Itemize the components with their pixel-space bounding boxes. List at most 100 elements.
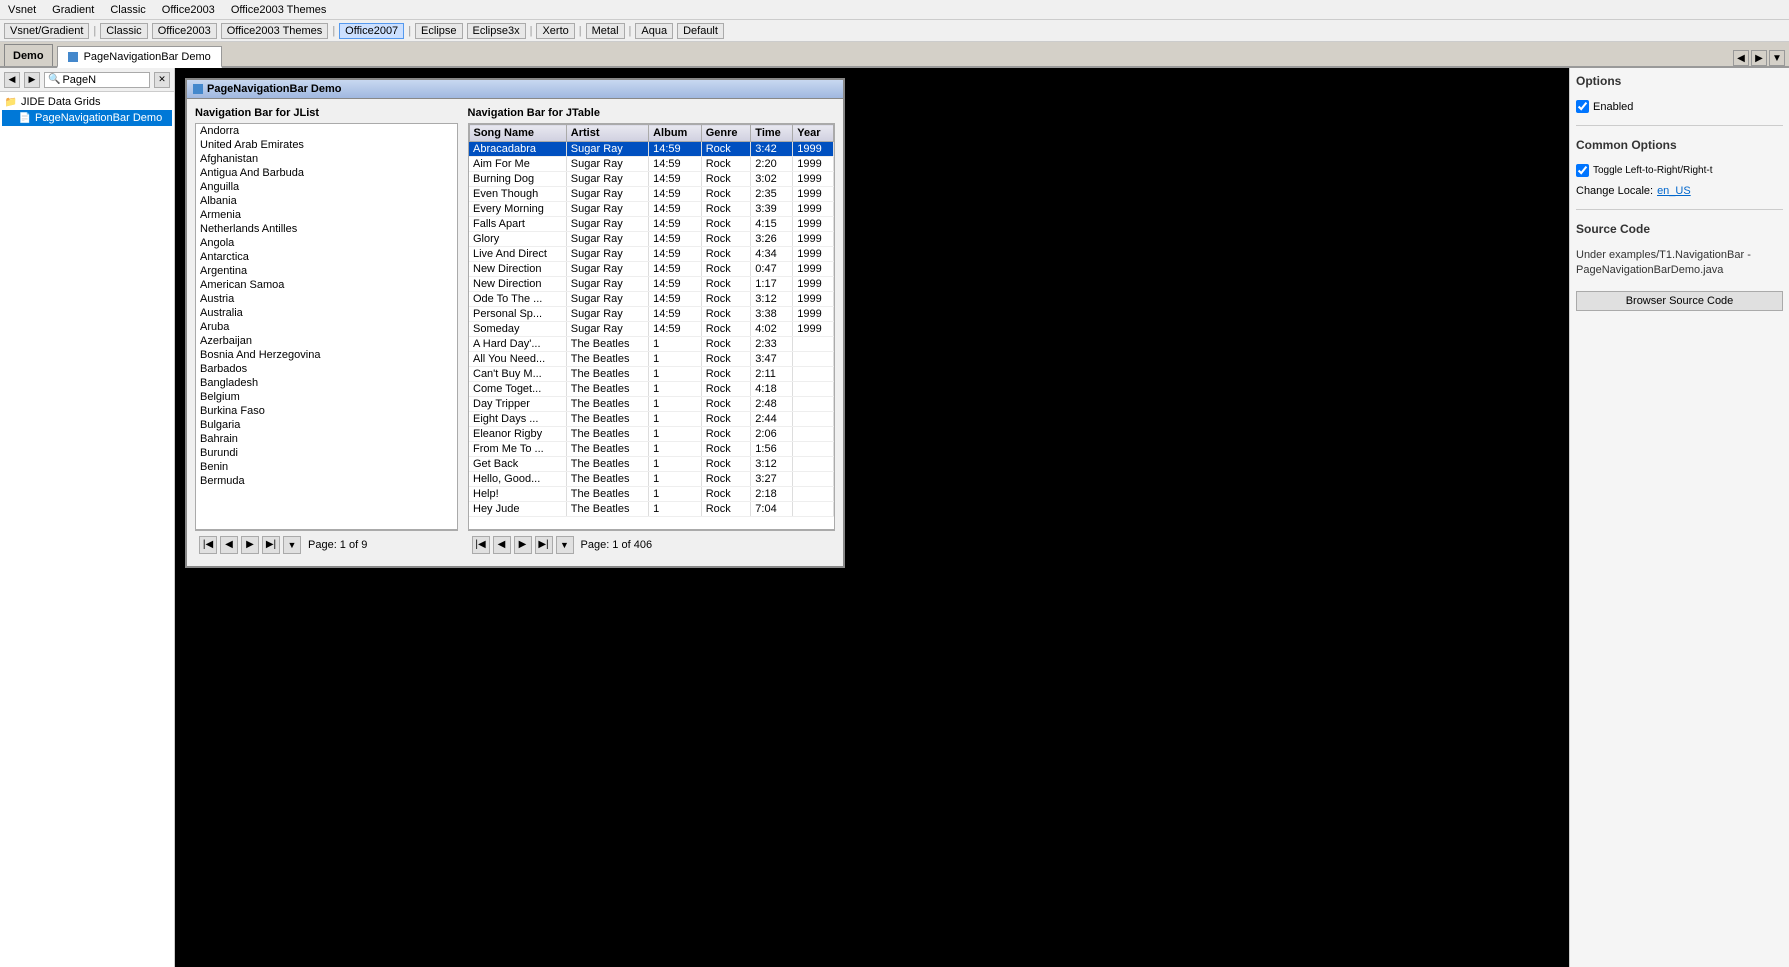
theme-office2003themes[interactable]: Office2003 Themes bbox=[221, 23, 329, 39]
tab-page-nav-demo[interactable]: PageNavigationBar Demo bbox=[57, 46, 222, 68]
table-row[interactable]: From Me To ...The Beatles1Rock1:56 bbox=[469, 442, 834, 457]
theme-office2003[interactable]: Office2003 bbox=[152, 23, 217, 39]
sidebar-back-btn[interactable]: ◀ bbox=[4, 72, 20, 88]
theme-metal[interactable]: Metal bbox=[586, 23, 625, 39]
tab-nav-right[interactable]: ▶ bbox=[1751, 50, 1767, 66]
table-row[interactable]: Get BackThe Beatles1Rock3:12 bbox=[469, 457, 834, 472]
theme-xerto[interactable]: Xerto bbox=[536, 23, 574, 39]
table-row[interactable]: Every MorningSugar Ray14:59Rock3:391999 bbox=[469, 202, 834, 217]
list-item[interactable]: Antigua And Barbuda bbox=[196, 166, 457, 180]
table-row[interactable]: New DirectionSugar Ray14:59Rock0:471999 bbox=[469, 262, 834, 277]
table-nav-last[interactable]: ▶| bbox=[535, 536, 553, 554]
list-item[interactable]: Barbados bbox=[196, 362, 457, 376]
menu-classic[interactable]: Classic bbox=[106, 4, 149, 16]
list-item[interactable]: Andorra bbox=[196, 124, 457, 138]
list-item[interactable]: Benin bbox=[196, 460, 457, 474]
table-row[interactable]: A Hard Day'...The Beatles1Rock2:33 bbox=[469, 337, 834, 352]
list-nav-options[interactable]: ▼ bbox=[283, 536, 301, 554]
list-item[interactable]: Bermuda bbox=[196, 474, 457, 488]
table-row[interactable]: Even ThoughSugar Ray14:59Rock2:351999 bbox=[469, 187, 834, 202]
sidebar-item-page-nav-bar[interactable]: 📄 PageNavigationBar Demo bbox=[2, 110, 172, 126]
list-item[interactable]: Bangladesh bbox=[196, 376, 457, 390]
table-nav-next[interactable]: ▶ bbox=[514, 536, 532, 554]
table-row[interactable]: Burning DogSugar Ray14:59Rock3:021999 bbox=[469, 172, 834, 187]
list-container[interactable]: AndorraUnited Arab EmiratesAfghanistanAn… bbox=[195, 123, 458, 530]
table-cell: Sugar Ray bbox=[566, 187, 648, 202]
table-row[interactable]: Eight Days ...The Beatles1Rock2:44 bbox=[469, 412, 834, 427]
list-item[interactable]: Bahrain bbox=[196, 432, 457, 446]
theme-vsnet-gradient[interactable]: Vsnet/Gradient bbox=[4, 23, 89, 39]
list-item[interactable]: Austria bbox=[196, 292, 457, 306]
list-item[interactable]: Afghanistan bbox=[196, 152, 457, 166]
list-item[interactable]: Burkina Faso bbox=[196, 404, 457, 418]
table-row[interactable]: AbracadabraSugar Ray14:59Rock3:421999 bbox=[469, 142, 834, 157]
table-cell: The Beatles bbox=[566, 442, 648, 457]
table-row[interactable]: Ode To The ...Sugar Ray14:59Rock3:121999 bbox=[469, 292, 834, 307]
list-nav-next[interactable]: ▶ bbox=[241, 536, 259, 554]
list-item[interactable]: Belgium bbox=[196, 390, 457, 404]
table-cell bbox=[793, 472, 834, 487]
tab-nav-left[interactable]: ◀ bbox=[1733, 50, 1749, 66]
table-nav-first[interactable]: |◀ bbox=[472, 536, 490, 554]
list-item[interactable]: Anguilla bbox=[196, 180, 457, 194]
table-row[interactable]: Personal Sp...Sugar Ray14:59Rock3:381999 bbox=[469, 307, 834, 322]
theme-aqua[interactable]: Aqua bbox=[635, 23, 673, 39]
table-row[interactable]: Hey JudeThe Beatles1Rock7:04 bbox=[469, 502, 834, 517]
enabled-checkbox[interactable] bbox=[1576, 100, 1589, 113]
list-nav-prev[interactable]: ◀ bbox=[220, 536, 238, 554]
tab-nav-menu[interactable]: ▼ bbox=[1769, 50, 1785, 66]
table-container[interactable]: Song NameArtistAlbumGenreTimeYear Abraca… bbox=[468, 123, 836, 530]
locale-value: en_US bbox=[1657, 185, 1691, 197]
table-row[interactable]: Hello, Good...The Beatles1Rock3:27 bbox=[469, 472, 834, 487]
table-row[interactable]: Falls ApartSugar Ray14:59Rock4:151999 bbox=[469, 217, 834, 232]
theme-office2007[interactable]: Office2007 bbox=[339, 23, 404, 39]
browser-source-code-button[interactable]: Browser Source Code bbox=[1576, 291, 1783, 311]
table-row[interactable]: Can't Buy M...The Beatles1Rock2:11 bbox=[469, 367, 834, 382]
table-row[interactable]: New DirectionSugar Ray14:59Rock1:171999 bbox=[469, 277, 834, 292]
menu-vsnet[interactable]: Vsnet bbox=[4, 4, 40, 16]
list-item[interactable]: Antarctica bbox=[196, 250, 457, 264]
list-item[interactable]: Aruba bbox=[196, 320, 457, 334]
list-item[interactable]: Azerbaijan bbox=[196, 334, 457, 348]
sidebar-forward-btn[interactable]: ▶ bbox=[24, 72, 40, 88]
table-cell: Get Back bbox=[469, 457, 566, 472]
list-item[interactable]: Bulgaria bbox=[196, 418, 457, 432]
list-item[interactable]: Armenia bbox=[196, 208, 457, 222]
theme-default[interactable]: Default bbox=[677, 23, 724, 39]
list-nav-last[interactable]: ▶| bbox=[262, 536, 280, 554]
table-row[interactable]: Live And DirectSugar Ray14:59Rock4:34199… bbox=[469, 247, 834, 262]
menu-office2003themes[interactable]: Office2003 Themes bbox=[227, 4, 331, 16]
toggle-checkbox[interactable] bbox=[1576, 164, 1589, 177]
table-row[interactable]: GlorySugar Ray14:59Rock3:261999 bbox=[469, 232, 834, 247]
search-input[interactable] bbox=[62, 74, 146, 86]
list-item[interactable]: Burundi bbox=[196, 446, 457, 460]
table-row[interactable]: Eleanor RigbyThe Beatles1Rock2:06 bbox=[469, 427, 834, 442]
music-table: Song NameArtistAlbumGenreTimeYear Abraca… bbox=[469, 124, 835, 517]
list-item[interactable]: Bosnia And Herzegovina bbox=[196, 348, 457, 362]
sidebar-clear-btn[interactable]: ✕ bbox=[154, 72, 170, 88]
table-cell: Even Though bbox=[469, 187, 566, 202]
list-item[interactable]: Albania bbox=[196, 194, 457, 208]
table-row[interactable]: Aim For MeSugar Ray14:59Rock2:201999 bbox=[469, 157, 834, 172]
table-row[interactable]: All You Need...The Beatles1Rock3:47 bbox=[469, 352, 834, 367]
list-item[interactable]: Angola bbox=[196, 236, 457, 250]
theme-eclipse3x[interactable]: Eclipse3x bbox=[467, 23, 526, 39]
menu-office2003[interactable]: Office2003 bbox=[158, 4, 219, 16]
table-nav-options[interactable]: ▼ bbox=[556, 536, 574, 554]
sidebar-item-jide-data-grids[interactable]: 📁 JIDE Data Grids bbox=[2, 94, 172, 110]
menu-gradient[interactable]: Gradient bbox=[48, 4, 98, 16]
list-nav-first[interactable]: |◀ bbox=[199, 536, 217, 554]
theme-eclipse[interactable]: Eclipse bbox=[415, 23, 462, 39]
list-item[interactable]: Australia bbox=[196, 306, 457, 320]
list-item[interactable]: United Arab Emirates bbox=[196, 138, 457, 152]
table-row[interactable]: Come Toget...The Beatles1Rock4:18 bbox=[469, 382, 834, 397]
table-row[interactable]: Day TripperThe Beatles1Rock2:48 bbox=[469, 397, 834, 412]
list-item[interactable]: Netherlands Antilles bbox=[196, 222, 457, 236]
table-nav-prev[interactable]: ◀ bbox=[493, 536, 511, 554]
theme-classic[interactable]: Classic bbox=[100, 23, 147, 39]
list-item[interactable]: Argentina bbox=[196, 264, 457, 278]
common-options-title: Common Options bbox=[1576, 138, 1783, 152]
table-row[interactable]: SomedaySugar Ray14:59Rock4:021999 bbox=[469, 322, 834, 337]
list-item[interactable]: American Samoa bbox=[196, 278, 457, 292]
table-row[interactable]: Help!The Beatles1Rock2:18 bbox=[469, 487, 834, 502]
